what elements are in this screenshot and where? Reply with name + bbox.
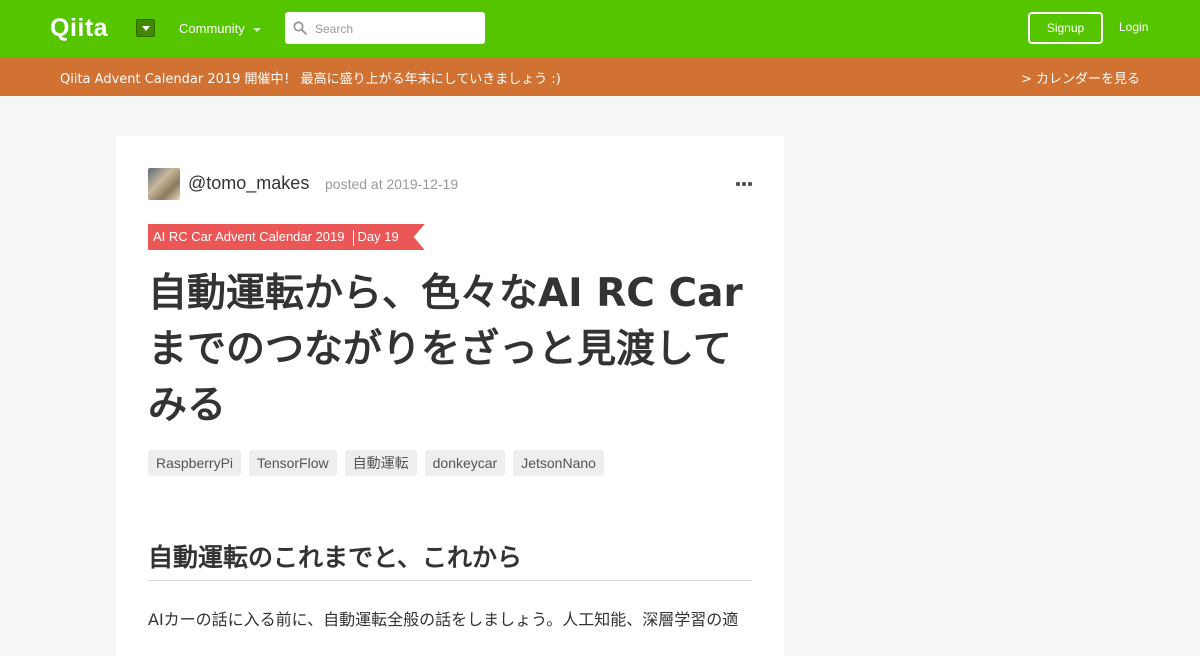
tag-jetsonnano[interactable]: JetsonNano <box>513 450 604 476</box>
author-username[interactable]: @tomo_makes <box>188 173 309 194</box>
calendar-day: Day 19 <box>357 229 399 244</box>
article-title: 自動運転から、色々なAI RC Carまでのつながりをざっと見渡してみる <box>148 271 743 428</box>
section-heading: 自動運転のこれまでと、これから <box>148 538 752 581</box>
banner-text: Qiita Advent Calendar 2019 開催中！ 最高に盛り上がる… <box>60 72 561 87</box>
tag-raspberrypi[interactable]: RaspberryPi <box>148 450 242 476</box>
search-box[interactable] <box>285 12 485 46</box>
search-icon <box>293 21 307 35</box>
article-paragraph: AIカーの話に入る前に、自動運転全般の話をしましょう。人工知能、深層学習の適 <box>148 610 739 629</box>
ribbon-divider <box>353 230 354 246</box>
chevron-down-icon[interactable] <box>136 19 155 37</box>
caret-down-icon <box>252 27 261 32</box>
top-navbar: Qiita Community Signup Login <box>0 0 1200 57</box>
view-calendar-link[interactable]: > カレンダーを見る <box>1021 68 1140 87</box>
more-options-icon[interactable] <box>736 182 752 187</box>
calendar-name: AI RC Car Advent Calendar 2019 <box>153 229 345 244</box>
signup-button[interactable]: Signup <box>1028 12 1103 44</box>
tag-tensorflow[interactable]: TensorFlow <box>249 450 337 476</box>
tag-donkeycar[interactable]: donkeycar <box>424 450 506 476</box>
search-input[interactable] <box>313 12 482 46</box>
advent-calendar-ribbon[interactable]: AI RC Car Advent Calendar 2019 Day 19 <box>148 224 425 250</box>
tag-jidou-unten[interactable]: 自動運転 <box>344 450 417 476</box>
login-link[interactable]: Login <box>1119 20 1148 34</box>
community-label: Community <box>179 21 245 36</box>
author-avatar[interactable] <box>148 168 180 200</box>
community-dropdown[interactable]: Community <box>179 21 261 36</box>
posted-date: posted at 2019-12-19 <box>325 176 459 192</box>
qiita-logo[interactable]: Qiita <box>50 14 108 42</box>
advent-calendar-banner: Qiita Advent Calendar 2019 開催中！ 最高に盛り上がる… <box>0 57 1200 96</box>
tag-list: RaspberryPi TensorFlow 自動運転 donkeycar Jetson… <box>148 450 612 476</box>
article-card: @tomo_makes posted at 2019-12-19 AI RC C… <box>116 136 784 656</box>
